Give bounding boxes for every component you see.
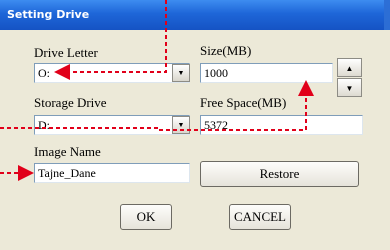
annotation-arrow-storage-to-size — [0, 80, 314, 131]
annotation-overlay — [0, 0, 314, 181]
annotation-arrow-drive-letter — [54, 0, 167, 80]
